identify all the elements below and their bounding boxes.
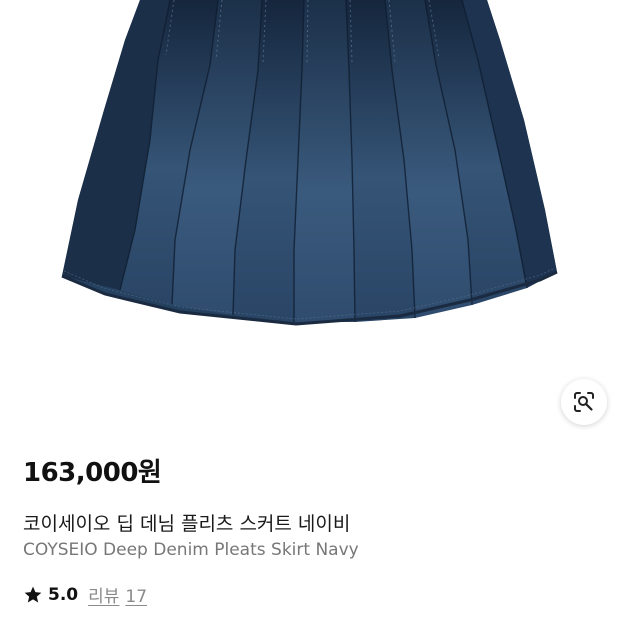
rating-row: 5.0 리뷰 17 xyxy=(23,582,147,607)
review-count: 17 xyxy=(125,587,148,607)
review-label: 리뷰 xyxy=(88,587,120,607)
product-price: 163,000원 xyxy=(23,458,162,488)
product-detail-page: 163,000원 코이세이오 딥 데님 플리츠 스커트 네이비 COYSEIO … xyxy=(0,0,620,620)
product-name-english: COYSEIO Deep Denim Pleats Skirt Navy xyxy=(23,540,359,560)
lens-search-icon xyxy=(574,392,594,412)
star-icon xyxy=(24,586,42,602)
image-search-button[interactable] xyxy=(561,379,607,425)
product-name-korean: 코이세이오 딥 데님 플리츠 스커트 네이비 xyxy=(23,513,351,535)
review-link[interactable]: 리뷰 17 xyxy=(88,582,147,607)
rating-value: 5.0 xyxy=(48,584,79,605)
product-image[interactable] xyxy=(0,0,620,430)
